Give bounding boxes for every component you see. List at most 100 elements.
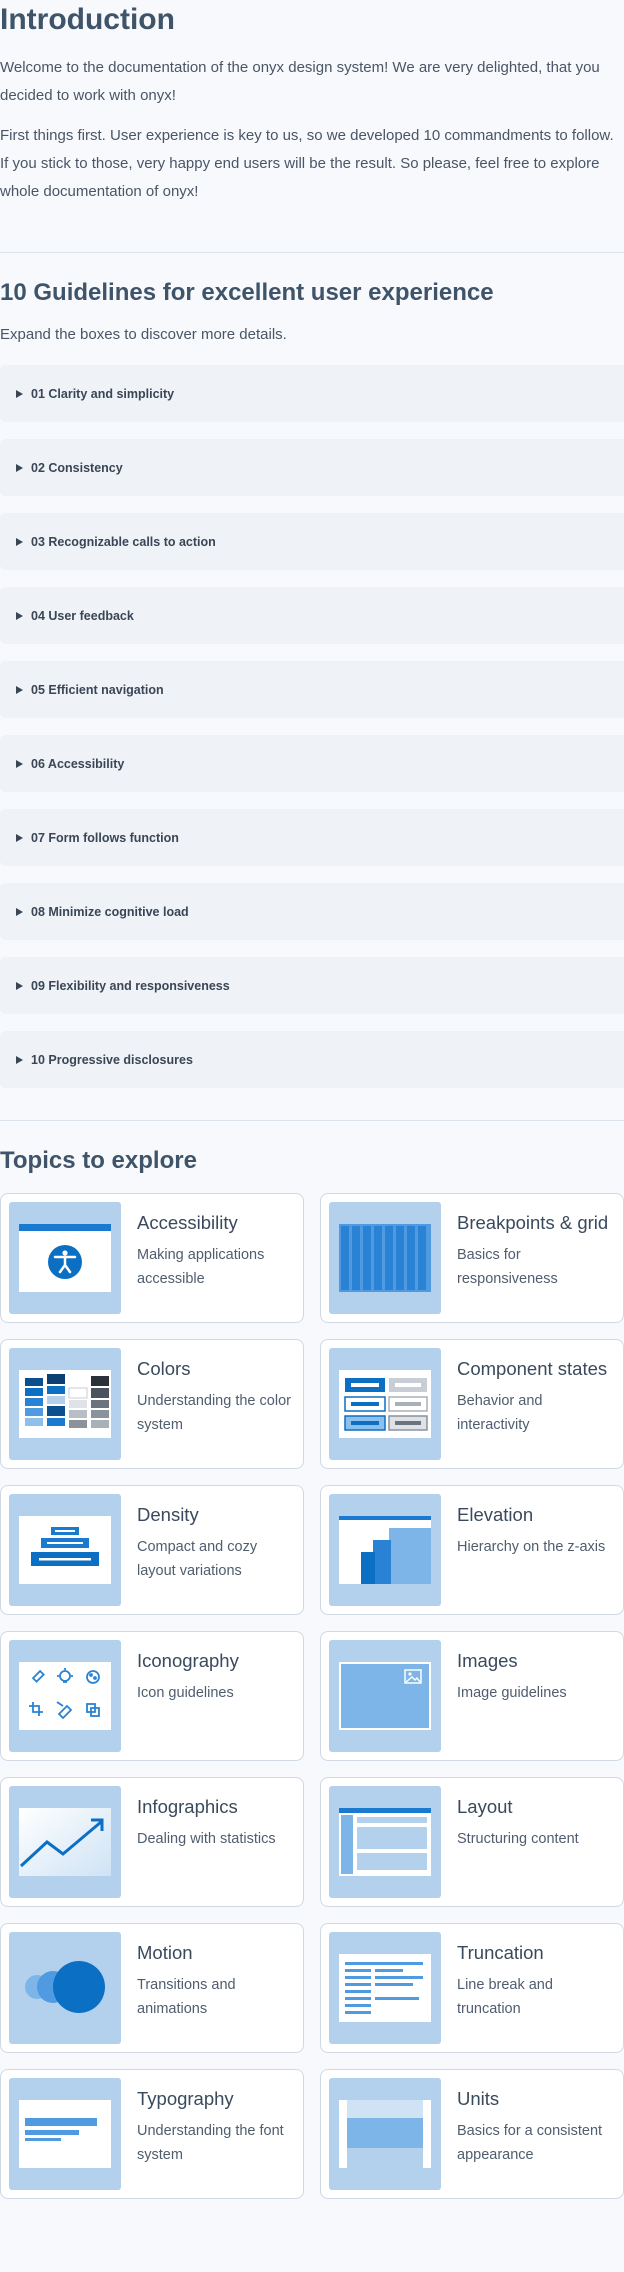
topic-card-infographics[interactable]: Infographics Dealing with statistics (0, 1777, 304, 1907)
guideline-item[interactable]: 04 User feedback (0, 587, 624, 644)
expand-triangle-icon (16, 759, 23, 768)
page-title: Introduction (0, 3, 175, 36)
topic-title: Motion (137, 1942, 193, 1963)
topic-title: Breakpoints & grid (457, 1212, 609, 1233)
topic-card-breakpoints-grid[interactable]: Breakpoints & grid Basics for responsive… (320, 1193, 624, 1323)
topics-grid: Accessibility Making applications access… (0, 1193, 624, 2199)
topic-card-elevation[interactable]: Elevation Hierarchy on the z-axis (320, 1485, 624, 1615)
topic-description: Structuring content (457, 1831, 579, 1847)
guideline-item[interactable]: 09 Flexibility and responsiveness (0, 957, 624, 1014)
guideline-label: 08 Minimize cognitive load (31, 904, 189, 919)
topic-description: Understanding the color system (137, 1393, 291, 1433)
topic-description: Basics for a consistent appearance (457, 2123, 603, 2163)
density-illustration-icon (9, 1494, 121, 1606)
guideline-label: 04 User feedback (31, 608, 134, 623)
topic-title: Iconography (137, 1650, 239, 1671)
guidelines-list: 01 Clarity and simplicity 02 Consistency… (0, 365, 624, 1088)
expand-triangle-icon (16, 981, 23, 990)
topic-description: Behavior and interactivity (457, 1393, 543, 1433)
topic-description: Making applications accessible (137, 1247, 265, 1287)
topic-description: Compact and cozy layout variations (137, 1539, 258, 1579)
layout-illustration-icon (329, 1786, 441, 1898)
topic-card-truncation[interactable]: Truncation Line break and truncation (320, 1923, 624, 2053)
guideline-label: 01 Clarity and simplicity (31, 386, 175, 401)
guideline-item[interactable]: 01 Clarity and simplicity (0, 365, 624, 422)
guideline-label: 09 Flexibility and responsiveness (31, 978, 230, 993)
states-illustration-icon (329, 1348, 441, 1460)
guidelines-section: 10 Guidelines for excellent user experie… (0, 252, 624, 1088)
guideline-label: 05 Efficient navigation (31, 682, 164, 697)
topic-card-images[interactable]: Images Image guidelines (320, 1631, 624, 1761)
colors-illustration-icon (9, 1348, 121, 1460)
intro-paragraph-1: Welcome to the documentation of the onyx… (0, 59, 600, 104)
guideline-label: 07 Form follows function (31, 830, 179, 845)
topic-title: Component states (457, 1358, 608, 1379)
divider (0, 252, 624, 253)
guideline-item[interactable]: 07 Form follows function (0, 809, 624, 866)
topic-card-motion[interactable]: Motion Transitions and animations (0, 1923, 304, 2053)
guidelines-subtitle: Expand the boxes to discover more detail… (0, 326, 287, 343)
topic-title: Colors (137, 1358, 191, 1379)
topic-title: Density (137, 1504, 199, 1525)
topic-title: Truncation (457, 1942, 544, 1963)
guideline-label: 02 Consistency (31, 460, 123, 475)
expand-triangle-icon (16, 537, 23, 546)
guidelines-heading: 10 Guidelines for excellent user experie… (0, 279, 494, 306)
expand-triangle-icon (16, 833, 23, 842)
expand-triangle-icon (16, 907, 23, 916)
elevation-illustration-icon (329, 1494, 441, 1606)
guideline-item[interactable]: 10 Progressive disclosures (0, 1031, 624, 1088)
guideline-item[interactable]: 08 Minimize cognitive load (0, 883, 624, 940)
expand-triangle-icon (16, 463, 23, 472)
topic-description: Icon guidelines (137, 1685, 234, 1701)
topic-title: Accessibility (137, 1212, 238, 1233)
guideline-label: 03 Recognizable calls to action (31, 534, 216, 549)
topic-description: Basics for responsiveness (457, 1247, 558, 1287)
truncation-illustration-icon (329, 1932, 441, 2044)
topic-card-colors[interactable]: Colors Understanding the color system (0, 1339, 304, 1469)
units-illustration-icon (329, 2078, 441, 2190)
guideline-item[interactable]: 03 Recognizable calls to action (0, 513, 624, 570)
infographics-illustration-icon (9, 1786, 121, 1898)
topic-card-layout[interactable]: Layout Structuring content (320, 1777, 624, 1907)
topic-description: Dealing with statistics (137, 1831, 276, 1847)
expand-triangle-icon (16, 1055, 23, 1064)
iconography-illustration-icon (9, 1640, 121, 1752)
topics-heading: Topics to explore (0, 1147, 197, 1174)
grid-illustration-icon (329, 1202, 441, 1314)
typography-illustration-icon (9, 2078, 121, 2190)
topic-title: Elevation (457, 1504, 534, 1525)
topic-title: Infographics (137, 1796, 238, 1817)
guideline-label: 06 Accessibility (31, 756, 125, 771)
topic-description: Transitions and animations (137, 1977, 236, 2017)
page: Introduction Welcome to the documentatio… (0, 0, 624, 2272)
topic-description: Hierarchy on the z-axis (457, 1539, 606, 1555)
expand-triangle-icon (16, 389, 23, 398)
intro-section: Introduction Welcome to the documentatio… (0, 0, 624, 206)
intro-paragraph-2: First things first. User experience is k… (0, 127, 614, 200)
topic-title: Typography (137, 2088, 234, 2109)
topic-title: Layout (457, 1796, 513, 1817)
guideline-item[interactable]: 02 Consistency (0, 439, 624, 496)
expand-triangle-icon (16, 611, 23, 620)
guideline-item[interactable]: 06 Accessibility (0, 735, 624, 792)
expand-triangle-icon (16, 685, 23, 694)
topic-description: Understanding the font system (137, 2123, 284, 2163)
divider (0, 1120, 624, 1121)
topics-section: Topics to explore Accessibility Making a… (0, 1120, 624, 2199)
topic-title: Images (457, 1650, 518, 1671)
guideline-item[interactable]: 05 Efficient navigation (0, 661, 624, 718)
topic-card-density[interactable]: Density Compact and cozy layout variatio… (0, 1485, 304, 1615)
guideline-label: 10 Progressive disclosures (31, 1052, 193, 1067)
topic-card-iconography[interactable]: Iconography Icon guidelines (0, 1631, 304, 1761)
topic-description: Line break and truncation (457, 1977, 553, 2017)
topic-card-accessibility[interactable]: Accessibility Making applications access… (0, 1193, 304, 1323)
topic-card-units[interactable]: Units Basics for a consistent appearance (320, 2069, 624, 2199)
accessibility-illustration-icon (9, 1202, 121, 1314)
topic-card-component-states[interactable]: Component states Behavior and interactiv… (320, 1339, 624, 1469)
topic-card-typography[interactable]: Typography Understanding the font system (0, 2069, 304, 2199)
topic-description: Image guidelines (457, 1685, 567, 1701)
topic-title: Units (457, 2088, 500, 2109)
images-illustration-icon (329, 1640, 441, 1752)
motion-illustration-icon (9, 1932, 121, 2044)
